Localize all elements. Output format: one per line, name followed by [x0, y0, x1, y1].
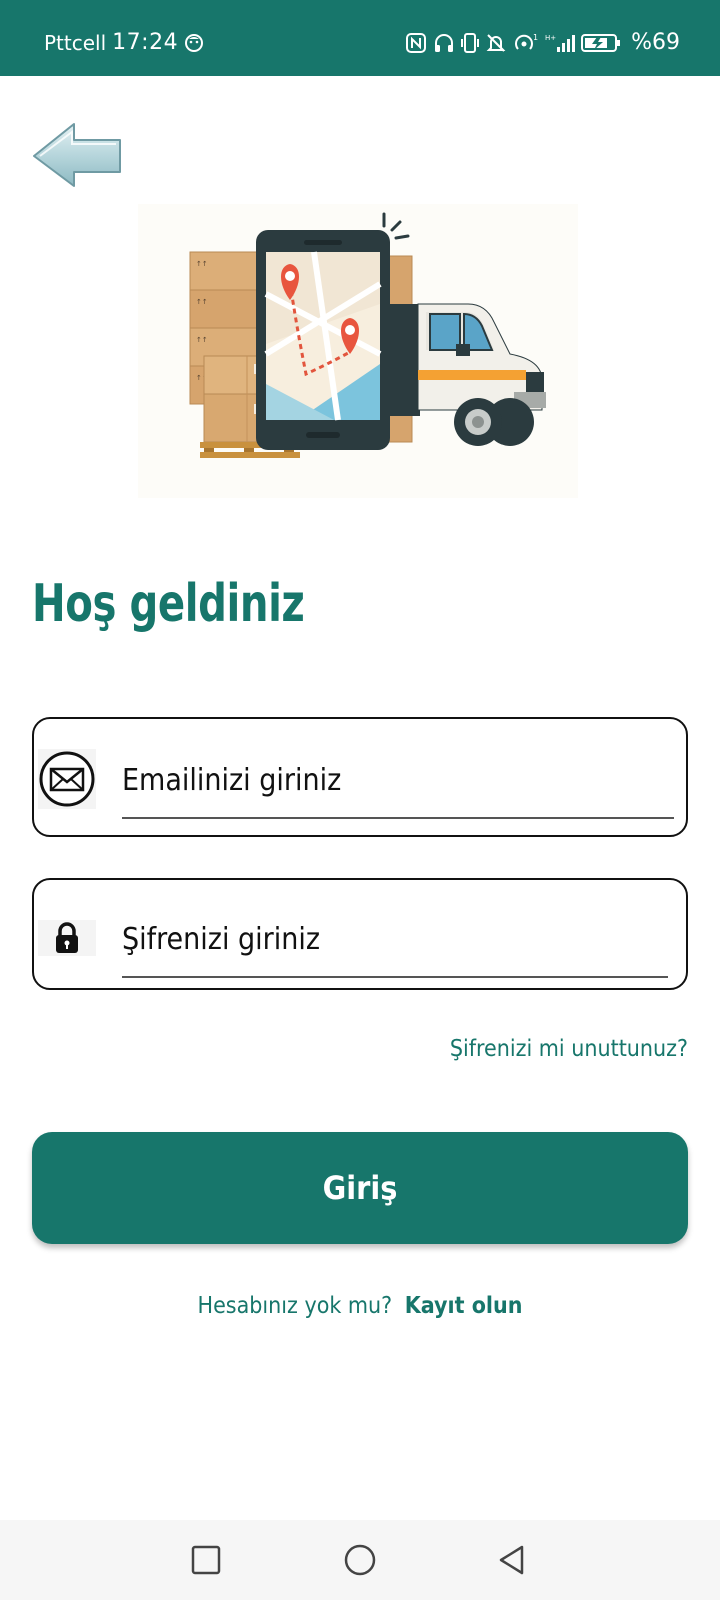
vibrate-icon — [461, 32, 480, 53]
battery-percent: %69 — [631, 30, 680, 55]
home-circle-icon — [344, 1544, 376, 1576]
password-input[interactable] — [122, 916, 668, 978]
svg-text:↑↑: ↑↑ — [196, 298, 208, 306]
nfc-icon — [406, 32, 427, 53]
login-button[interactable]: Giriş — [32, 1132, 688, 1244]
home-button[interactable] — [340, 1540, 380, 1580]
nav-back-button[interactable] — [492, 1540, 532, 1580]
status-right: 1 H+ %69 — [405, 30, 680, 55]
svg-text:1: 1 — [533, 33, 538, 42]
lock-icon-box — [38, 920, 96, 956]
forgot-password-link[interactable]: Şifrenizi mi unuttunuz? — [450, 1036, 688, 1062]
system-nav-bar — [0, 1520, 720, 1600]
lock-icon — [56, 922, 78, 953]
password-field-container — [32, 878, 688, 990]
email-input[interactable] — [122, 757, 674, 819]
signup-link[interactable]: Kayıt olun — [405, 1293, 523, 1319]
signup-question: Hesabınız yok mu? — [197, 1293, 393, 1319]
status-left: Pttcell 17:24 — [44, 30, 204, 55]
back-arrow-icon — [33, 123, 121, 187]
recents-square-icon — [191, 1545, 221, 1575]
back-button[interactable] — [30, 120, 126, 190]
emoji-status-icon — [185, 33, 204, 52]
mail-icon-box — [38, 749, 96, 809]
status-bar: Pttcell 17:24 1 H+ %69 — [0, 0, 720, 76]
page-title: Hoş geldiniz — [32, 574, 305, 634]
carrier-name: Pttcell — [44, 30, 107, 55]
svg-text:H+: H+ — [545, 34, 556, 42]
hotspot-icon: 1 — [515, 33, 538, 50]
back-triangle-icon — [499, 1545, 524, 1575]
battery-icon — [581, 33, 621, 52]
email-field-container — [32, 717, 688, 837]
signal-icon: H+ — [545, 34, 576, 52]
clock-time: 17:24 — [112, 30, 179, 55]
mail-icon — [39, 751, 95, 807]
svg-text:↑↑: ↑↑ — [196, 336, 208, 344]
hero-illustration: ↑↑ ↑↑ ↑↑ ↑↑ — [138, 204, 578, 498]
mute-icon — [486, 33, 506, 52]
recents-button[interactable] — [186, 1540, 226, 1580]
headphones-icon — [435, 33, 454, 52]
svg-text:↑↑: ↑↑ — [196, 260, 208, 268]
delivery-truck-map-illustration: ↑↑↑↑↑↑↑↑ — [138, 204, 578, 498]
signup-row: Hesabınız yok mu? Kayıt olun — [0, 1293, 720, 1319]
